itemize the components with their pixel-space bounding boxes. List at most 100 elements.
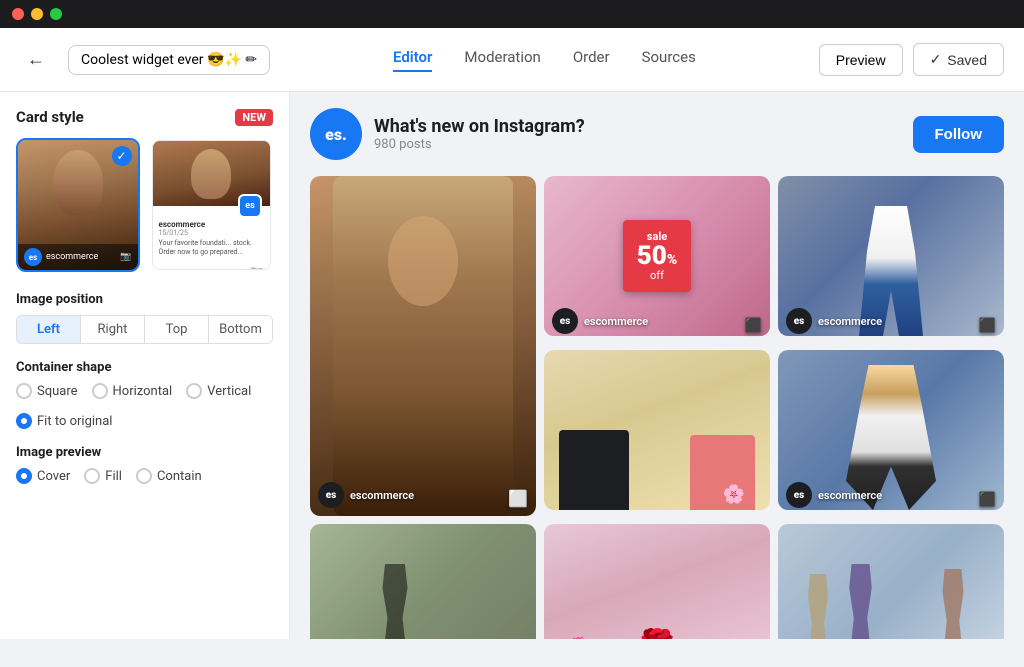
preview-contain-label: Contain [157, 469, 202, 484]
traffic-light-green[interactable] [50, 8, 62, 20]
grid-item-fashion-jump[interactable]: es escommerce ⬛ [778, 350, 1004, 516]
grid-item-woman-makeup[interactable]: es escommerce ⬜ [310, 176, 536, 516]
grid-overlay-jump: es escommerce [786, 482, 882, 508]
grid-brand-dot-jump: es [786, 482, 812, 508]
grid-brand-name-sale: escommerce [584, 315, 648, 328]
grid-ig-icon-jeans: ⬛ [979, 318, 996, 334]
card-logo-2: es [238, 194, 262, 218]
ig-icon-card-2: 📷 [250, 265, 264, 270]
preview-fill-radio[interactable] [84, 468, 100, 484]
tab-sources[interactable]: Sources [642, 48, 696, 72]
brand-name-small-1: escommerce [46, 252, 98, 262]
new-badge: NEW [235, 109, 273, 126]
preview-cover-label: Cover [37, 469, 70, 484]
saved-button[interactable]: ✓ Saved [913, 43, 1004, 76]
tab-editor[interactable]: Editor [393, 48, 432, 72]
shape-horizontal-label: Horizontal [113, 384, 173, 399]
shape-fit-original-label: Fit to original [37, 414, 112, 429]
tab-order[interactable]: Order [573, 48, 610, 72]
widget-name-text: Coolest widget ever 😎✨ ✏ [81, 52, 257, 68]
shape-fit-original-radio[interactable] [16, 413, 32, 429]
grid-brand-name-jump: escommerce [818, 489, 882, 502]
brand-logo-small-1: es [24, 248, 42, 266]
topbar: ← Coolest widget ever 😎✨ ✏ Editor Modera… [0, 28, 1024, 92]
card-style-option-2[interactable]: es escommerce 15/01/25 Your favorite fou… [150, 138, 274, 272]
image-position-section: Image position Left Right Top Bottom [16, 292, 273, 344]
grid-brand-dot-jeans: es [786, 308, 812, 334]
grid-brand-name-jeans: escommerce [818, 315, 882, 328]
topbar-actions: Preview ✓ Saved [819, 43, 1004, 76]
shape-fit-original[interactable]: Fit to original [16, 413, 273, 429]
card-style-option-1[interactable]: es escommerce 📷 ✓ [16, 138, 140, 272]
grid-item-sale[interactable]: sale 50% off es escommerce ⬛ [544, 176, 770, 342]
position-right[interactable]: Right [81, 316, 145, 343]
grid-item-jeans[interactable]: es escommerce ⬛ [778, 176, 1004, 342]
grid-item-group[interactable] [778, 524, 1004, 639]
position-bottom[interactable]: Bottom [209, 316, 272, 343]
shape-horizontal-radio[interactable] [92, 383, 108, 399]
card-style-options: es escommerce 📷 ✓ es [16, 138, 273, 272]
container-shape-label: Container shape [16, 360, 273, 375]
grid-item-store[interactable] [310, 524, 536, 639]
preview-fill[interactable]: Fill [84, 468, 122, 484]
shape-vertical[interactable]: Vertical [186, 383, 251, 399]
grid-ig-icon-1: ⬜ [508, 489, 528, 508]
card-option-check-1: ✓ [112, 146, 132, 166]
preview-contain-radio[interactable] [136, 468, 152, 484]
position-left[interactable]: Left [17, 316, 81, 343]
back-button[interactable]: ← [20, 44, 52, 76]
follow-button[interactable]: Follow [913, 116, 1005, 153]
image-preview-section: Image preview Cover Fill Contain [16, 445, 273, 484]
shape-square[interactable]: Square [16, 383, 78, 399]
grid-brand-name-1: escommerce [350, 489, 414, 502]
image-grid: es escommerce ⬜ sale 50% off [310, 176, 1004, 639]
shape-vertical-radio[interactable] [186, 383, 202, 399]
grid-ig-icon-jump: ⬛ [979, 492, 996, 508]
back-arrow-icon: ← [27, 49, 45, 70]
ig-header: es. What's new on Instagram? 980 posts F… [310, 108, 1004, 160]
content-area: es. What's new on Instagram? 980 posts F… [290, 92, 1024, 639]
grid-ig-icon-sale: ⬛ [745, 318, 762, 334]
image-preview-group: Cover Fill Contain [16, 468, 273, 484]
widget-name-input[interactable]: Coolest widget ever 😎✨ ✏ [68, 45, 270, 75]
tab-moderation[interactable]: Moderation [464, 48, 540, 72]
nav-tabs: Editor Moderation Order Sources [286, 48, 803, 72]
shape-vertical-label: Vertical [207, 384, 251, 399]
traffic-lights-bar [0, 0, 1024, 28]
grid-item-shoes[interactable]: 🌸 [544, 350, 770, 516]
sidebar: Card style NEW es escommerce 📷 [0, 92, 290, 639]
preview-cover-radio[interactable] [16, 468, 32, 484]
image-position-label: Image position [16, 292, 273, 307]
main-content: Card style NEW es escommerce 📷 [0, 92, 1024, 639]
card-text-2: Your favorite foundati... stock. Order n… [159, 239, 265, 257]
grid-brand-dot-sale: es [552, 308, 578, 334]
saved-label: Saved [947, 52, 987, 68]
ig-posts-count: 980 posts [374, 137, 913, 152]
preview-cover[interactable]: Cover [16, 468, 70, 484]
ig-title: What's new on Instagram? [374, 116, 913, 137]
preview-button[interactable]: Preview [819, 44, 903, 76]
check-icon: ✓ [930, 51, 942, 68]
card-user-2: escommerce [159, 220, 265, 229]
card-style-title: Card style [16, 108, 84, 126]
shape-square-label: Square [37, 384, 78, 399]
preview-fill-label: Fill [105, 469, 122, 484]
grid-overlay-sale: es escommerce [552, 308, 648, 334]
image-position-group: Left Right Top Bottom [16, 315, 273, 344]
container-shape-section: Container shape Square Horizontal Vertic… [16, 360, 273, 429]
shape-square-radio[interactable] [16, 383, 32, 399]
grid-overlay-1: es escommerce [318, 482, 414, 508]
grid-item-flowers[interactable]: 🌹 🌷 🌸 [544, 524, 770, 639]
image-preview-label: Image preview [16, 445, 273, 460]
ig-avatar: es. [310, 108, 362, 160]
ig-avatar-text: es. [325, 125, 347, 144]
card-date-2: 15/01/25 [159, 229, 265, 237]
traffic-light-yellow[interactable] [31, 8, 43, 20]
shape-horizontal[interactable]: Horizontal [92, 383, 173, 399]
preview-contain[interactable]: Contain [136, 468, 202, 484]
container-shape-group: Square Horizontal Vertical Fit to origin… [16, 383, 273, 429]
card-style-section-header: Card style NEW [16, 108, 273, 126]
position-top[interactable]: Top [145, 316, 209, 343]
grid-overlay-jeans: es escommerce [786, 308, 882, 334]
traffic-light-red[interactable] [12, 8, 24, 20]
